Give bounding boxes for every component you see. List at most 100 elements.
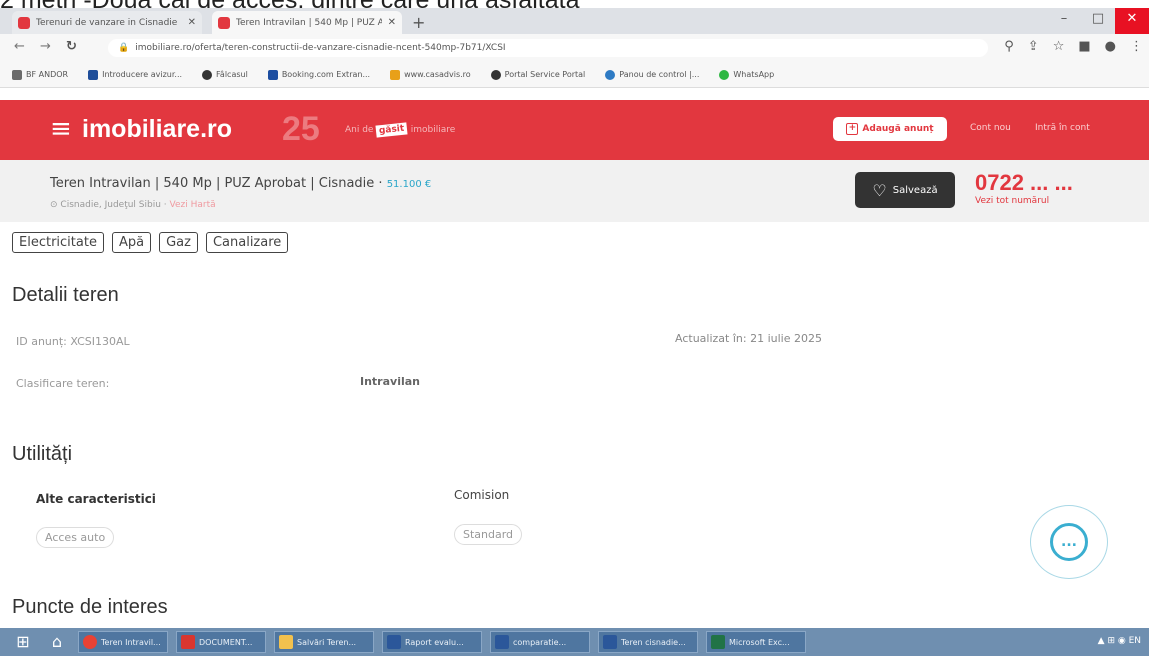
listing-summary-bar: Teren Intravilan | 540 Mp | PUZ Aprobat …: [0, 160, 1149, 222]
whatsapp-icon: [719, 69, 730, 80]
bookmark-icon: [202, 69, 213, 80]
listing-location: ⊙ Cisnadie, Judeţul Sibiu · Vezi Hartă: [50, 200, 216, 210]
reload-icon[interactable]: ↻: [66, 39, 77, 54]
commission-label: Comision: [454, 488, 510, 502]
tab-title: Terenuri de vanzare in Cisnadie: [36, 17, 178, 28]
browser-tab-teren[interactable]: Teren Intravilan | 540 Mp | PUZ A ✕: [212, 11, 402, 34]
taskbar-item-word-3[interactable]: Teren cisnadie...: [598, 631, 698, 653]
pdf-icon: [181, 635, 195, 649]
tagline: Ani de găsit imobiliare: [345, 122, 456, 138]
chip-canalizare[interactable]: Canalizare: [205, 232, 289, 253]
phone-number[interactable]: 0722 ... ...: [975, 170, 1073, 196]
booking-icon: [267, 69, 278, 80]
system-tray[interactable]: ▲ ⊞ ◉ EN: [1098, 636, 1141, 646]
save-label: Salvează: [892, 184, 938, 196]
commission-value: Standard: [454, 524, 523, 545]
listing-title: Teren Intravilan | 540 Mp | PUZ Aprobat …: [50, 176, 432, 191]
taskbar-item-word-1[interactable]: Raport evalu...: [382, 631, 482, 653]
browser-tab-cisnadie[interactable]: Terenuri de vanzare in Cisnadie ✕: [12, 11, 202, 34]
land-classification-label: Clasificare teren:: [16, 377, 110, 390]
favicon-icon: [18, 16, 30, 29]
bookmark-item[interactable]: Panou de control |...: [605, 69, 699, 80]
utilities-heading: Utilități: [12, 443, 73, 465]
zoom-icon[interactable]: ⚲: [1004, 39, 1014, 54]
chat-bubble-icon: ...: [1050, 523, 1088, 561]
bookmark-icon: [605, 69, 616, 80]
bookmarks-bar: BF ANDOR Introducere avizur... Fâlcasul …: [0, 62, 1149, 88]
save-button[interactable]: ♡ Salvează: [855, 172, 955, 208]
details-heading: Detalii teren: [12, 284, 119, 306]
window-controls: – □ ✕: [1047, 8, 1149, 34]
chrome-icon: [83, 635, 97, 649]
minimize-button[interactable]: –: [1047, 8, 1081, 34]
url-text: imobiliare.ro/oferta/teren-constructii-d…: [135, 43, 506, 53]
word-icon: [387, 635, 401, 649]
menu-dots-icon[interactable]: ⋮: [1130, 39, 1143, 54]
add-listing-label: Adaugă anunț: [862, 124, 934, 134]
profile-icon[interactable]: ●: [1105, 39, 1116, 54]
plus-icon: +: [846, 123, 859, 135]
back-icon[interactable]: ←: [14, 39, 25, 54]
show-full-number-link[interactable]: Vezi tot numărul: [975, 196, 1049, 206]
heart-icon: ♡: [872, 180, 887, 200]
points-of-interest-heading: Puncte de interes: [12, 596, 168, 618]
lock-icon: 🔒: [118, 43, 130, 53]
address-bar-actions: ⚲ ⇪ ☆ ■ ● ⋮: [1004, 39, 1143, 54]
chip-gaz[interactable]: Gaz: [159, 232, 198, 253]
taskbar-item-chrome[interactable]: Teren Intravil...: [78, 631, 168, 653]
anniversary-badge: 25: [282, 110, 320, 148]
location-pin-icon: ⊙: [50, 200, 58, 210]
site-header: ≡ imobiliare.ro 25 Ani de găsit imobiliare…: [0, 100, 1149, 160]
share-icon[interactable]: ⇪: [1028, 39, 1039, 54]
add-listing-button[interactable]: + Adaugă anunț: [833, 117, 947, 141]
tagline-highlight: găsit: [375, 122, 409, 138]
word-icon: [603, 635, 617, 649]
listing-price: 51.100 €: [386, 179, 432, 190]
other-features-value: Acces auto: [36, 527, 115, 548]
apps-icon: [12, 69, 22, 80]
new-account-link[interactable]: Cont nou: [970, 123, 1011, 133]
taskbar-item-excel[interactable]: Microsoft Exc...: [706, 631, 806, 653]
bookmark-icon: [490, 69, 501, 80]
bookmark-item[interactable]: BF ANDOR: [12, 69, 68, 80]
land-classification-value: Intravilan: [360, 375, 420, 388]
browser-tab-bar: Terenuri de vanzare in Cisnadie ✕ Teren …: [0, 8, 1149, 34]
bookmark-item[interactable]: Portal Service Portal: [490, 69, 585, 80]
bookmark-item[interactable]: Booking.com Extran...: [267, 69, 370, 80]
site-logo[interactable]: imobiliare.ro: [82, 115, 232, 144]
bookmark-item[interactable]: Introducere avizur...: [88, 69, 182, 80]
word-icon: [495, 635, 509, 649]
bookmark-star-icon[interactable]: ☆: [1053, 39, 1065, 54]
tab-close-icon[interactable]: ✕: [188, 17, 196, 28]
hamburger-menu-icon[interactable]: ≡: [50, 114, 72, 144]
extensions-icon[interactable]: ■: [1078, 39, 1090, 54]
view-map-link[interactable]: Vezi Hartă: [170, 200, 216, 210]
taskbar-item-folder[interactable]: Salvări Teren...: [274, 631, 374, 653]
login-link[interactable]: Intră în cont: [1035, 123, 1090, 133]
maximize-button[interactable]: □: [1081, 8, 1115, 34]
url-field[interactable]: 🔒 imobiliare.ro/oferta/teren-constructii-…: [108, 39, 988, 57]
folder-icon: [279, 635, 293, 649]
tab-title: Teren Intravilan | 540 Mp | PUZ A: [236, 17, 382, 28]
bookmark-icon: [88, 69, 99, 80]
windows-taskbar: ⊞ ⌂ Teren Intravil... DOCUMENT... Salvăr…: [0, 628, 1149, 656]
utility-chips: Electricitate Apă Gaz Canalizare: [12, 232, 289, 253]
close-window-button[interactable]: ✕: [1115, 8, 1149, 34]
windows-start-icon[interactable]: ⊞: [10, 631, 36, 653]
chip-apa[interactable]: Apă: [111, 232, 152, 253]
updated-date: Actualizat în: 21 iulie 2025: [675, 332, 822, 345]
bookmark-item[interactable]: WhatsApp: [719, 69, 774, 80]
bookmark-item[interactable]: www.casadvis.ro: [390, 69, 471, 80]
listing-id: ID anunț: XCSI130AL: [16, 335, 130, 348]
taskbar-item-pdf[interactable]: DOCUMENT...: [176, 631, 266, 653]
tab-close-icon[interactable]: ✕: [388, 17, 396, 28]
home-icon[interactable]: ⌂: [44, 631, 70, 653]
bookmark-item[interactable]: Fâlcasul: [202, 69, 248, 80]
chat-button[interactable]: ...: [1030, 505, 1108, 579]
new-tab-button[interactable]: +: [412, 13, 425, 32]
taskbar-item-word-2[interactable]: comparatie...: [490, 631, 590, 653]
chip-electricitate[interactable]: Electricitate: [12, 232, 104, 253]
bookmark-icon: [390, 69, 401, 80]
excel-icon: [711, 635, 725, 649]
forward-icon[interactable]: →: [40, 39, 51, 54]
